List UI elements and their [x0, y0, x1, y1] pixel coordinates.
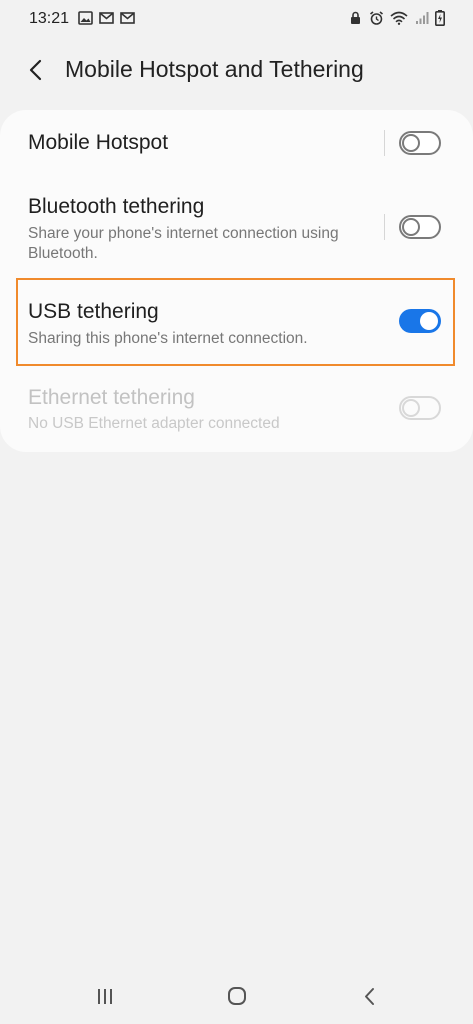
alarm-icon: [370, 11, 383, 25]
ethernet-tethering-title: Ethernet tethering: [28, 386, 195, 409]
toggle-knob: [402, 399, 420, 417]
bluetooth-tethering-subtitle: Share your phone's internet connection u…: [28, 225, 339, 262]
battery-charging-icon: [435, 10, 445, 26]
image-icon: [78, 11, 93, 25]
mail-icon: [99, 12, 114, 24]
back-icon[interactable]: [356, 984, 384, 1010]
navigation-bar: [0, 970, 473, 1024]
divider: [384, 214, 385, 240]
page-title: Mobile Hotspot and Tethering: [65, 56, 364, 82]
bluetooth-tethering-row[interactable]: Bluetooth tethering Share your phone's i…: [0, 176, 473, 272]
mobile-hotspot-row[interactable]: Mobile Hotspot: [0, 110, 473, 172]
back-arrow-icon[interactable]: [22, 56, 50, 84]
signal-icon: [416, 12, 429, 24]
lock-icon: [351, 11, 360, 24]
home-icon[interactable]: [223, 984, 251, 1010]
ethernet-tethering-row: Ethernet tethering No USB Ethernet adapt…: [0, 372, 473, 452]
mobile-hotspot-title: Mobile Hotspot: [28, 131, 169, 154]
wifi-icon: [390, 11, 408, 25]
divider: [384, 130, 385, 156]
status-bar: 13:21: [0, 0, 473, 38]
usb-tethering-highlight: [16, 278, 455, 366]
mobile-hotspot-toggle[interactable]: [399, 131, 441, 155]
bluetooth-tethering-title: Bluetooth tethering: [28, 195, 205, 218]
toggle-knob: [402, 218, 420, 236]
ethernet-tethering-toggle: [399, 396, 441, 420]
mail-icon: [120, 12, 135, 24]
bluetooth-tethering-toggle[interactable]: [399, 215, 441, 239]
status-time: 13:21: [29, 10, 70, 27]
toggle-knob: [402, 134, 420, 152]
ethernet-tethering-subtitle: No USB Ethernet adapter connected: [28, 415, 280, 432]
recents-icon[interactable]: [91, 984, 119, 1010]
app-bar: Mobile Hotspot and Tethering: [0, 48, 473, 92]
